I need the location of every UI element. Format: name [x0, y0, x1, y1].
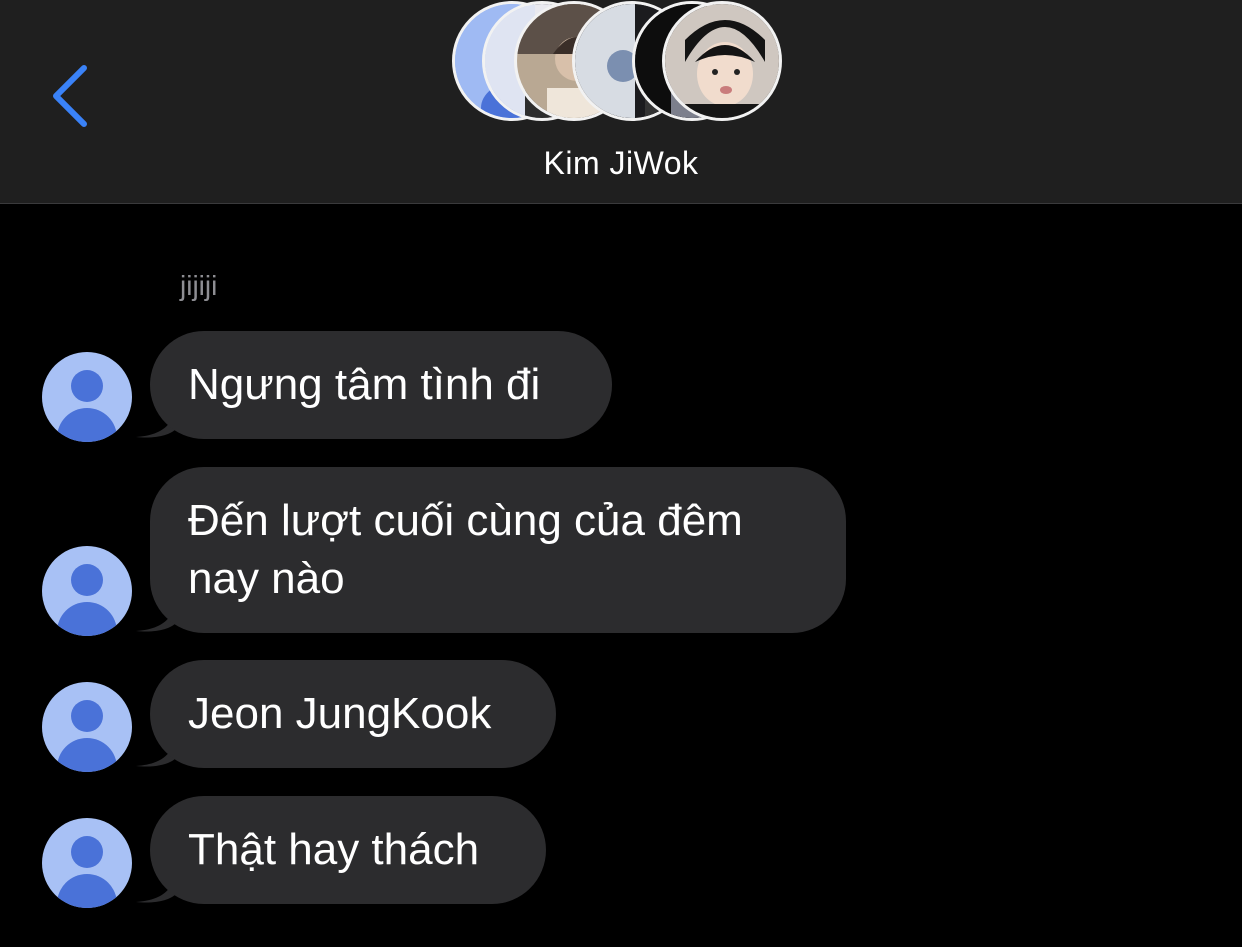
message-bubble[interactable]: Ngưng tâm tình đi: [136, 331, 612, 439]
group-avatar-stack[interactable]: [452, 0, 792, 128]
avatar: [662, 1, 782, 121]
message-bubble[interactable]: Đến lượt cuối cùng của đêm nay nào: [136, 467, 846, 633]
chevron-left-icon: [53, 65, 87, 127]
person-icon: [71, 564, 103, 596]
back-button[interactable]: [40, 58, 100, 138]
message-text: Jeon JungKook: [150, 660, 556, 768]
message-text: Thật hay thách: [150, 796, 546, 904]
person-icon: [71, 370, 103, 402]
message-text: Ngưng tâm tình đi: [150, 331, 612, 439]
sender-avatar[interactable]: [42, 818, 132, 908]
sender-avatar[interactable]: [42, 682, 132, 772]
message-bubble[interactable]: Jeon JungKook: [136, 660, 556, 768]
person-icon: [71, 700, 103, 732]
person-icon: [71, 836, 103, 868]
chat-screen: Kim JiWok jijiji Ngưng tâm tình đi Đến l…: [0, 0, 1242, 947]
message-bubble[interactable]: Thật hay thách: [136, 796, 546, 904]
sender-avatar[interactable]: [42, 352, 132, 442]
conversation-title[interactable]: Kim JiWok: [0, 145, 1242, 182]
conversation-header: Kim JiWok: [0, 0, 1242, 204]
sender-avatar[interactable]: [42, 546, 132, 636]
sender-name: jijiji: [180, 270, 218, 301]
message-text: Đến lượt cuối cùng của đêm nay nào: [150, 467, 846, 633]
